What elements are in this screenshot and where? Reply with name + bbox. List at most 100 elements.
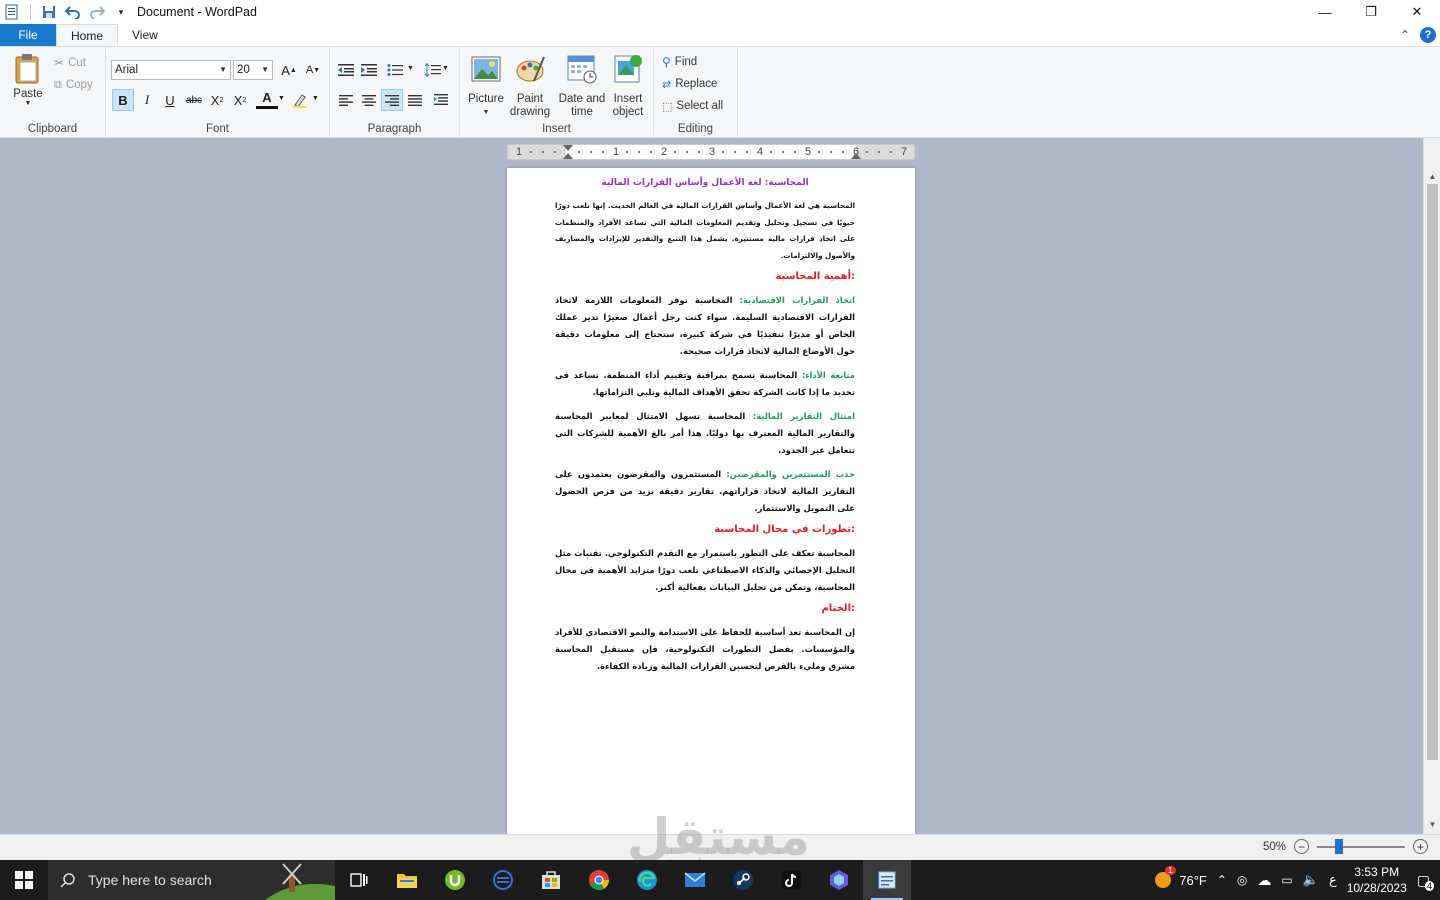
zoom-control: 50% − + (1263, 838, 1428, 854)
ribbon-tabs: File Home View ⌃ ? (0, 24, 1440, 46)
underline-button[interactable]: U (159, 89, 181, 111)
paste-button[interactable]: Paste ▼ (8, 53, 48, 107)
insert-picture-button[interactable]: Picture ▼ (466, 53, 506, 119)
paragraph-settings-button[interactable] (430, 89, 452, 111)
hanging-indent-marker[interactable] (563, 153, 573, 159)
document-page[interactable]: المحاسبة: لغة الأعمال وأساس القرارات الم… (507, 168, 915, 834)
steam-icon[interactable] (719, 860, 767, 900)
task-view-icon[interactable] (335, 860, 383, 900)
highlight-icon[interactable] (289, 89, 311, 111)
file-explorer-icon[interactable] (383, 860, 431, 900)
select-all-button[interactable]: ⬚ Select all (662, 96, 723, 116)
font-size-select[interactable]: 20 ▼ (233, 60, 273, 80)
minimize-ribbon-icon[interactable]: ⌃ (1400, 28, 1410, 42)
grow-font-button[interactable]: A ▲ (278, 59, 300, 81)
scrollbar-thumb[interactable] (1427, 184, 1438, 760)
tab-home[interactable]: Home (56, 24, 119, 46)
chrome-icon[interactable] (575, 860, 623, 900)
show-hidden-icons-icon[interactable]: ⌃ (1217, 873, 1227, 887)
paint-drawing-button[interactable]: Paint drawing (508, 53, 552, 119)
replace-button[interactable]: ⇄ Replace (662, 74, 717, 94)
notifications-icon[interactable]: ▢ 4 (1417, 872, 1434, 891)
strikethrough-button[interactable]: abc (183, 89, 205, 111)
volume-icon[interactable]: 🔈 (1303, 872, 1319, 888)
generic-app-icon[interactable] (815, 860, 863, 900)
zoom-in-icon[interactable]: + (1413, 839, 1428, 854)
windows-start-icon[interactable] (0, 860, 48, 900)
font-group: Arial ▼ 20 ▼ A ▲ A ▼ B I U abc X2 X2 A ▼ ▼… (106, 47, 330, 137)
document-workspace: 1 1 2 3 4 5 6 7 المحاسبة: لغة الأعمال وأ… (0, 138, 1440, 834)
line-spacing-button[interactable] (422, 59, 444, 81)
left-indent-marker[interactable] (563, 145, 573, 151)
datetime-label-line2: time (571, 106, 593, 118)
tab-view[interactable]: View (118, 24, 172, 46)
align-right-button[interactable] (381, 89, 403, 111)
italic-button[interactable]: I (136, 89, 158, 111)
line-spacing-dropdown-icon[interactable]: ▼ (442, 65, 449, 72)
increase-indent-button[interactable] (358, 59, 380, 81)
text-color-button[interactable]: A (256, 89, 278, 109)
mail-icon[interactable] (671, 860, 719, 900)
ruler-mark: 3 (709, 146, 716, 158)
insert-object-button[interactable]: Insert object (608, 53, 648, 119)
edge-icon[interactable] (623, 860, 671, 900)
onedrive-icon[interactable]: ☁ (1257, 872, 1271, 889)
document-body[interactable]: المحاسبة: لغة الأعمال وأساس القرارات الم… (555, 174, 855, 682)
scroll-down-icon[interactable]: ▼ (1424, 816, 1440, 833)
decrease-indent-button[interactable] (335, 59, 357, 81)
find-button[interactable]: ⚲ Find (662, 52, 697, 72)
highlight-dropdown-icon[interactable]: ▼ (312, 95, 319, 102)
tab-file[interactable]: File (0, 24, 56, 46)
horizontal-ruler[interactable]: 1 1 2 3 4 5 6 7 (507, 144, 915, 160)
shrink-font-button[interactable]: A ▼ (302, 59, 324, 81)
vertical-scrollbar[interactable]: ▲ ▼ (1423, 138, 1440, 834)
minimize-button[interactable]: — (1302, 0, 1348, 24)
scroll-up-icon[interactable]: ▲ (1424, 168, 1440, 185)
redo-icon[interactable] (87, 2, 107, 22)
right-indent-marker[interactable] (851, 153, 861, 159)
picture-icon (471, 56, 501, 82)
font-family-select[interactable]: Arial ▼ (111, 60, 231, 80)
paste-dropdown-icon[interactable]: ▼ (8, 100, 48, 107)
bullet-list-dropdown-icon[interactable]: ▼ (407, 65, 414, 72)
point-paragraph: متابعة الأداء: المحاسبة تسمح بمراقبة وتق… (555, 367, 855, 401)
paragraph-group-label: Paragraph (367, 123, 422, 135)
bullet-list-button[interactable] (384, 59, 406, 81)
zoom-slider-thumb[interactable] (1335, 838, 1343, 854)
subscript-button[interactable]: X2 (206, 89, 228, 111)
help-icon[interactable]: ? (1420, 27, 1436, 43)
network-icon[interactable]: ▭ (1281, 873, 1292, 887)
meet-now-icon[interactable]: ◎ (1237, 873, 1247, 887)
undo-icon[interactable] (63, 2, 83, 22)
date-time-button[interactable]: Date and time (558, 53, 606, 119)
wordpad-app-icon[interactable] (2, 2, 22, 22)
copy-button[interactable]: ⧉ Copy (54, 75, 93, 95)
wordpad-taskbar-icon[interactable] (863, 860, 911, 900)
taskbar-clock[interactable]: 3:53 PM 10/28/2023 (1347, 864, 1407, 896)
select-all-icon: ⬚ (662, 100, 673, 113)
customize-qat-icon[interactable]: ▾ (111, 2, 131, 22)
text-color-dropdown-icon[interactable]: ▼ (278, 95, 285, 102)
cut-button[interactable]: ✂ Cut (54, 53, 86, 73)
zoom-slider[interactable] (1317, 838, 1405, 854)
picture-dropdown-icon[interactable]: ▼ (466, 106, 506, 119)
input-language[interactable]: ع (1329, 872, 1337, 888)
eclipse-icon[interactable] (479, 860, 527, 900)
superscript-button[interactable]: X2 (229, 89, 251, 111)
save-icon[interactable] (39, 2, 59, 22)
taskbar-search-box[interactable]: Type here to search (48, 860, 335, 900)
close-button[interactable]: ✕ (1394, 0, 1440, 24)
point-label: متابعة الأداء: (801, 370, 855, 380)
tiktok-icon[interactable] (767, 860, 815, 900)
utorrent-icon[interactable] (431, 860, 479, 900)
bold-button[interactable]: B (112, 89, 134, 111)
weather-widget[interactable]: 1 76°F (1153, 866, 1207, 890)
justify-button[interactable] (404, 89, 426, 111)
clipboard-group-label: Clipboard (27, 123, 78, 135)
clipboard-group: Paste ▼ ✂ Cut ⧉ Copy Clipboard (0, 47, 106, 137)
align-left-button[interactable] (335, 89, 357, 111)
align-center-button[interactable] (358, 89, 380, 111)
maximize-button[interactable]: ❐ (1348, 0, 1394, 24)
zoom-out-icon[interactable]: − (1294, 839, 1309, 854)
microsoft-store-icon[interactable] (527, 860, 575, 900)
